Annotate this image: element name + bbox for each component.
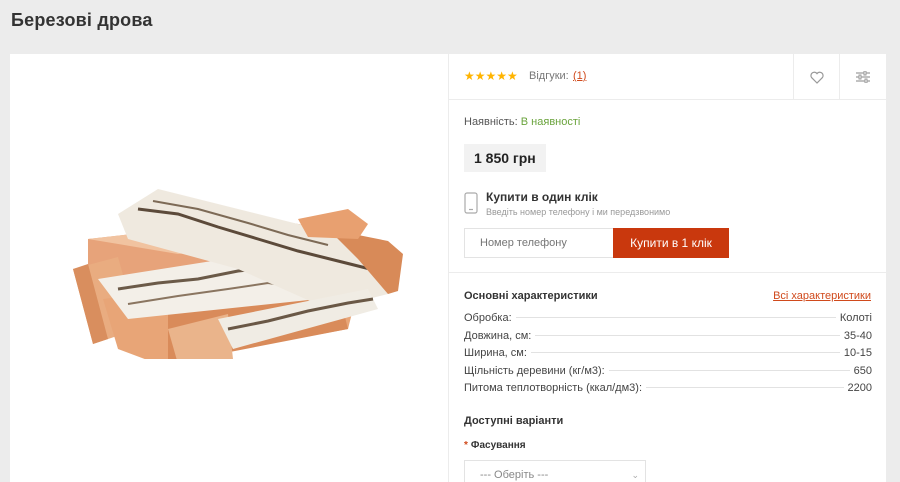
spec-key: Питома теплотворність (ккал/дм3): (464, 382, 643, 395)
compare-button[interactable] (839, 54, 885, 100)
specs-list: Обробка: Колоті Довжина, см: 35-40 Ширин… (464, 312, 872, 400)
compare-icon (855, 71, 870, 83)
availability-label: Наявність: (464, 116, 518, 128)
spec-value: 650 (853, 364, 872, 377)
availability-status: В наявності (520, 116, 581, 128)
packaging-selected: --- Оберіть --- (480, 469, 549, 481)
spec-leader (608, 369, 850, 371)
phone-icon (464, 192, 478, 214)
product-image-area (10, 54, 448, 482)
product-card: ★★★★★ Відгуки: (1) Наявність: В наявност… (10, 54, 887, 482)
spec-row: Ширина, см: 10-15 (464, 347, 872, 365)
buy-one-click-button[interactable]: Купити в 1 клік (613, 228, 729, 258)
packaging-label: * Фасування (464, 440, 526, 451)
page-title: Березові дрова (11, 10, 153, 30)
spec-leader (646, 387, 844, 389)
one-click-subtitle: Введіть номер телефону і ми передзвонимо (486, 207, 671, 217)
variants-title: Доступні варіанти (464, 415, 564, 427)
availability: Наявність: В наявності (464, 116, 580, 128)
wishlist-button[interactable] (793, 54, 839, 100)
spec-leader (515, 317, 836, 318)
section-divider (449, 272, 887, 273)
spec-value: 35-40 (843, 329, 872, 342)
spec-key: Обробка: (464, 312, 512, 324)
spec-row: Довжина, см: 35-40 (464, 330, 872, 348)
one-click-title: Купити в один клік (486, 190, 598, 204)
required-mark: * (464, 440, 468, 451)
spec-value: 10-15 (843, 347, 872, 360)
packaging-select[interactable]: --- Оберіть --- ⌄ (464, 460, 646, 482)
spec-row: Щільність деревини (кг/м3): 650 (464, 365, 872, 383)
product-image (73, 189, 403, 359)
spec-leader (535, 334, 840, 336)
spec-value: 2200 (847, 382, 872, 395)
packaging-label-text: Фасування (470, 440, 526, 451)
spec-key: Щільність деревини (кг/м3): (464, 364, 605, 377)
heart-icon (809, 71, 824, 84)
specs-title: Основні характеристики (464, 290, 598, 302)
reviews-label: Відгуки: (529, 70, 569, 82)
spec-key: Ширина, см: (464, 347, 527, 360)
product-top-bar: ★★★★★ Відгуки: (1) (449, 54, 886, 100)
spec-row: Питома теплотворність (ккал/дм3): 2200 (464, 382, 872, 400)
reviews-count-link[interactable]: (1) (573, 70, 586, 82)
spec-row: Обробка: Колоті (464, 312, 872, 330)
phone-input[interactable] (464, 228, 614, 258)
spec-key: Довжина, см: (464, 329, 532, 342)
product-price: 1 850 грн (464, 144, 546, 172)
all-specs-link[interactable]: Всі характеристики (773, 290, 871, 302)
product-info-panel: ★★★★★ Відгуки: (1) Наявність: В наявност… (448, 54, 887, 482)
spec-value: Колоті (839, 312, 872, 324)
chevron-down-icon: ⌄ (631, 470, 639, 480)
rating-stars: ★★★★★ (464, 69, 518, 83)
spec-leader (530, 352, 840, 354)
